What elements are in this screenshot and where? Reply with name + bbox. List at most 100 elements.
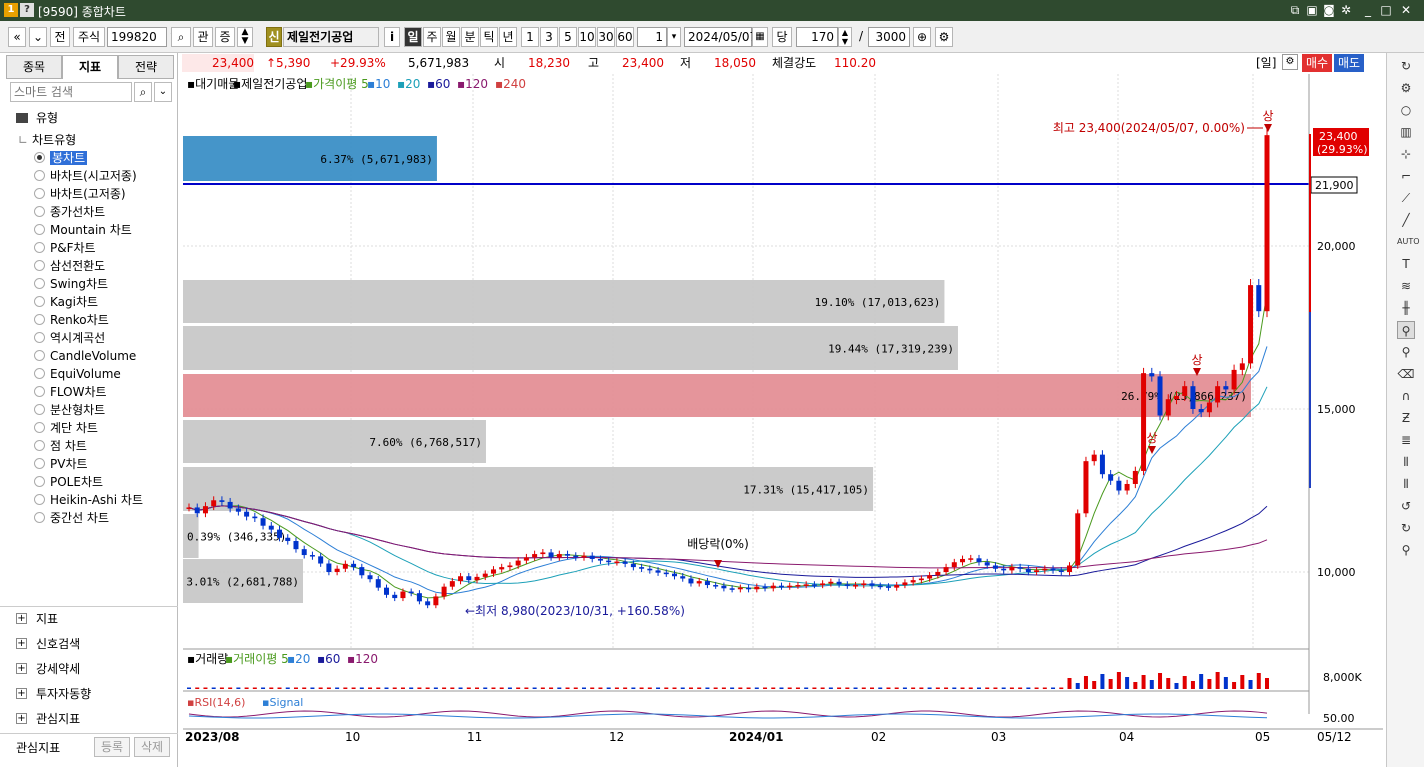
- count-stepper-icon[interactable]: ▲ ▼: [838, 27, 852, 47]
- minute-30-button[interactable]: 30: [597, 27, 615, 47]
- chart-type-option[interactable]: EquiVolume: [34, 365, 121, 383]
- watch-button[interactable]: 관: [193, 27, 213, 47]
- gear-icon[interactable]: ⚙: [1397, 79, 1415, 97]
- refresh-icon[interactable]: ↻: [1397, 57, 1415, 75]
- increase-button[interactable]: 증: [215, 27, 235, 47]
- pattern-icon[interactable]: Ƶ: [1397, 409, 1415, 427]
- calendar-icon[interactable]: ▦: [752, 27, 768, 47]
- trend-line-icon[interactable]: ╱: [1397, 211, 1415, 229]
- subgroup-chart-type[interactable]: ∟ 차트유형: [18, 131, 76, 149]
- close-icon[interactable]: ✕: [1398, 2, 1414, 18]
- smart-search-input[interactable]: [10, 82, 132, 102]
- interval-dropdown-icon[interactable]: ▾: [667, 27, 681, 47]
- bars-icon[interactable]: ≣: [1397, 431, 1415, 449]
- total-input[interactable]: 3000: [868, 27, 910, 47]
- section-strength[interactable]: + 강세약세: [16, 660, 80, 678]
- section-signal[interactable]: + 신호검색: [16, 635, 80, 653]
- settings-icon[interactable]: ✲: [1338, 2, 1354, 18]
- text-tool-icon[interactable]: T: [1397, 255, 1415, 273]
- help-icon[interactable]: ?: [20, 3, 34, 17]
- chart-type-option[interactable]: 분산형차트: [34, 401, 105, 419]
- chart-type-option[interactable]: PV차트: [34, 455, 88, 473]
- tab-indicator[interactable]: 지표: [62, 55, 118, 79]
- window-split-icon[interactable]: ▣: [1304, 2, 1320, 18]
- candle-icon[interactable]: ╫: [1397, 299, 1415, 317]
- section-investor[interactable]: + 투자자동향: [16, 685, 91, 703]
- minute-10-button[interactable]: 10: [578, 27, 596, 47]
- period-tick-tab[interactable]: 틱: [480, 27, 498, 47]
- circle-icon[interactable]: ○: [1397, 101, 1415, 119]
- chart-type-option[interactable]: 바차트(시고저종): [34, 167, 137, 185]
- chart-type-option[interactable]: 봉차트: [34, 149, 88, 167]
- zoom-icon[interactable]: ⊕: [913, 27, 931, 47]
- chevron-down-icon[interactable]: ⌄: [154, 82, 172, 102]
- group-type[interactable]: 유형: [16, 109, 58, 127]
- multi-bars-icon[interactable]: ⦀: [1397, 475, 1415, 493]
- tab-stock[interactable]: 종목: [6, 55, 62, 79]
- chart-type-option[interactable]: 계단 차트: [34, 419, 98, 437]
- minute-5-button[interactable]: 5: [559, 27, 577, 47]
- chart-type-option[interactable]: Swing차트: [34, 275, 108, 293]
- horizontal-line-icon[interactable]: ⌐: [1397, 167, 1415, 185]
- delete-button[interactable]: 삭제: [134, 737, 170, 757]
- dropdown-icon[interactable]: ⌄: [29, 27, 47, 47]
- redo-icon[interactable]: ↻: [1397, 519, 1415, 537]
- chart-type-option[interactable]: POLE차트: [34, 473, 103, 491]
- period-month-tab[interactable]: 월: [442, 27, 460, 47]
- gear-icon[interactable]: ⚙: [935, 27, 953, 47]
- code-input[interactable]: 199820: [107, 27, 167, 47]
- cross-line-icon[interactable]: ⊹: [1397, 145, 1415, 163]
- minute-1-button[interactable]: 1: [521, 27, 539, 47]
- chart-type-option[interactable]: 바차트(고저종): [34, 185, 126, 203]
- vertical-bars-icon[interactable]: ⦀: [1397, 453, 1415, 471]
- minute-3-button[interactable]: 3: [540, 27, 558, 47]
- chart-type-option[interactable]: 역시계곡선: [34, 329, 105, 347]
- chart-type-option[interactable]: FLOW차트: [34, 383, 107, 401]
- market-select[interactable]: 주식: [73, 27, 105, 47]
- interval-input[interactable]: 1: [637, 27, 667, 47]
- prev-button[interactable]: «: [8, 27, 26, 47]
- info-button[interactable]: i: [384, 27, 400, 47]
- section-favorite[interactable]: + 관심지표: [16, 710, 80, 728]
- search-icon[interactable]: ⌕: [171, 27, 191, 47]
- chart-type-option[interactable]: Renko차트: [34, 311, 109, 329]
- chart-type-icon[interactable]: ▥: [1397, 123, 1415, 141]
- minute-60-button[interactable]: 60: [616, 27, 634, 47]
- zoom-in-icon[interactable]: ⚲: [1397, 321, 1415, 339]
- date-input[interactable]: 2024/05/07: [684, 27, 757, 47]
- buy-button[interactable]: 매수: [1302, 54, 1332, 72]
- link-icon[interactable]: ⧉: [1287, 2, 1303, 18]
- search-icon[interactable]: ⚲: [1397, 541, 1415, 559]
- chart-type-option[interactable]: Heikin-Ashi 차트: [34, 491, 143, 509]
- search-icon[interactable]: ⌕: [134, 82, 152, 102]
- chart-type-option[interactable]: CandleVolume: [34, 347, 136, 365]
- tab-strategy[interactable]: 전략: [118, 55, 174, 79]
- magnet-icon[interactable]: ∩: [1397, 387, 1415, 405]
- period-minute-tab[interactable]: 분: [461, 27, 479, 47]
- period-year-tab[interactable]: 년: [499, 27, 517, 47]
- chart-type-option[interactable]: 삼선전환도: [34, 257, 105, 275]
- maximize-icon[interactable]: □: [1378, 2, 1394, 18]
- auto-line-icon[interactable]: AUTO: [1397, 233, 1420, 251]
- count-input[interactable]: 170: [796, 27, 838, 47]
- gear-icon[interactable]: ⚙: [1282, 54, 1298, 70]
- camera-icon[interactable]: ◙: [1321, 2, 1337, 18]
- chart-type-option[interactable]: 점 차트: [34, 437, 87, 455]
- period-week-tab[interactable]: 주: [423, 27, 441, 47]
- eraser-icon[interactable]: ⌫: [1397, 365, 1415, 383]
- zoom-icon[interactable]: ⚲: [1397, 343, 1415, 361]
- sell-button[interactable]: 매도: [1334, 54, 1364, 72]
- chart-type-option[interactable]: Kagi차트: [34, 293, 98, 311]
- minimize-icon[interactable]: _: [1360, 2, 1376, 18]
- register-button[interactable]: 등록: [94, 737, 130, 757]
- stepper-icon[interactable]: ▲ ▼: [237, 27, 253, 47]
- stock-chart[interactable]: 6.37% (5,671,983) 19.10% (17,013,623) 19.4…: [183, 74, 1383, 744]
- current-button[interactable]: 당: [772, 27, 792, 47]
- line-tool-icon[interactable]: ⟋: [1397, 189, 1415, 207]
- chart-type-option[interactable]: 종가선차트: [34, 203, 105, 221]
- chart-type-option[interactable]: Mountain 차트: [34, 221, 132, 239]
- section-indicator[interactable]: + 지표: [16, 610, 58, 628]
- chart-type-option[interactable]: P&F차트: [34, 239, 96, 257]
- chart-type-option[interactable]: 중간선 차트: [34, 509, 109, 527]
- all-button[interactable]: 전: [50, 27, 70, 47]
